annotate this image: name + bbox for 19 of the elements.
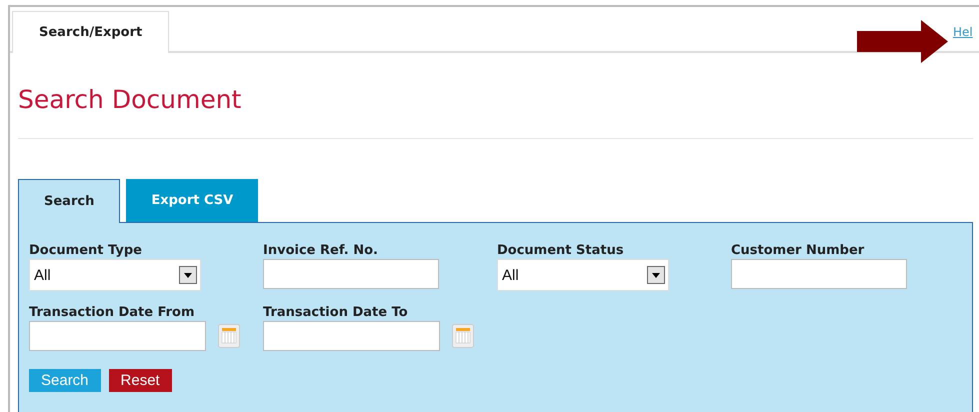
input-field[interactable]: [731, 259, 907, 289]
field-label: Document Status: [497, 243, 625, 259]
field-label: Transaction Date From: [29, 305, 196, 321]
dropdown[interactable]: All: [497, 259, 669, 291]
field-label: Document Type: [29, 243, 143, 259]
field-label: Transaction Date To: [263, 305, 409, 321]
dropdown[interactable]: All: [29, 259, 201, 291]
calendar-icon[interactable]: [218, 324, 240, 348]
date-field[interactable]: [29, 321, 206, 351]
calendar-icon[interactable]: [452, 324, 474, 348]
field-label: Customer Number: [731, 243, 866, 259]
page-title: Search Document: [18, 84, 242, 116]
tab[interactable]: Search: [18, 179, 120, 223]
date-field[interactable]: [263, 321, 440, 351]
arrow-icon: [857, 20, 948, 63]
reset-button[interactable]: Reset: [108, 369, 172, 392]
field-label: Invoice Ref. No.: [263, 243, 379, 259]
page-tab[interactable]: Search/Export: [12, 11, 170, 53]
input-field[interactable]: [263, 259, 439, 289]
